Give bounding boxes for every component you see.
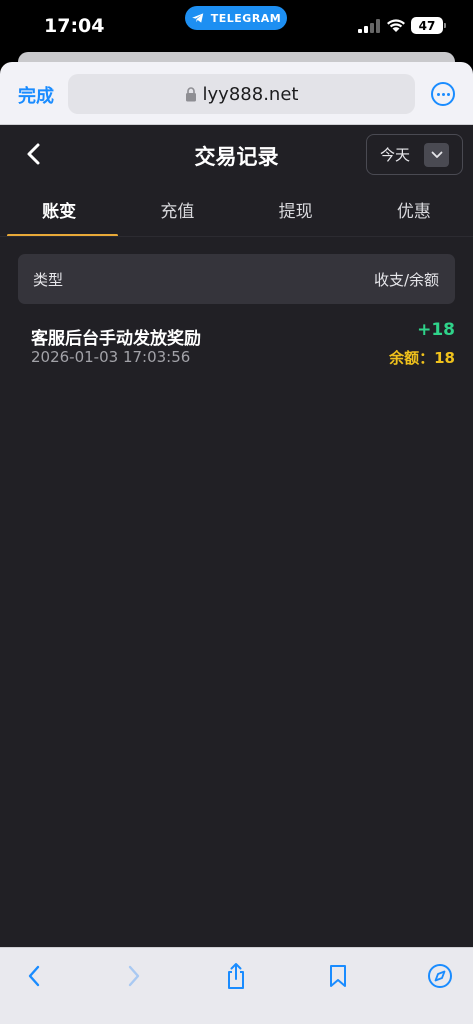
browser-header: 完成 lyy888.net [0, 62, 473, 125]
more-options-button[interactable] [431, 82, 455, 106]
tab-promotions[interactable]: 优惠 [355, 197, 473, 235]
record-amount: +18 [417, 320, 455, 340]
browser-forward-button[interactable] [120, 962, 148, 990]
more-dot-icon [436, 92, 440, 96]
battery-indicator: 47 [411, 17, 446, 34]
chevron-down-icon [424, 143, 449, 167]
more-dot-icon [441, 92, 445, 96]
share-icon [228, 963, 244, 989]
telegram-label: TELEGRAM [210, 11, 282, 25]
share-button[interactable] [222, 962, 250, 990]
url-text: lyy888.net [202, 83, 299, 105]
open-in-safari-button[interactable] [426, 962, 454, 990]
record-balance: 余额：18 [389, 349, 455, 367]
status-time: 17:04 [44, 15, 105, 37]
cellular-signal-icon [358, 19, 380, 33]
column-amount-label: 收支/余额 [373, 270, 439, 289]
bookmarks-button[interactable] [324, 962, 352, 990]
status-bar: 17:04 TELEGRAM 47 [0, 0, 473, 56]
table-header: 类型 收支/余额 [18, 254, 455, 304]
done-button[interactable]: 完成 [18, 82, 54, 108]
chevron-left-icon [28, 965, 40, 987]
telegram-icon [191, 13, 203, 23]
return-to-telegram-pill[interactable]: TELEGRAM [185, 6, 287, 30]
date-filter-select[interactable]: 今天 [366, 134, 463, 175]
record-timestamp: 2026-01-03 17:03:56 [31, 348, 191, 366]
wifi-icon [387, 19, 405, 32]
chevron-right-icon [128, 965, 140, 987]
record-title: 客服后台手动发放奖励 [31, 329, 201, 349]
transaction-page: 交易记录 今天 账变 充值 提现 优惠 类型 收支/余额 客服后台手动发放奖励 … [0, 125, 473, 947]
more-dot-icon [446, 92, 450, 96]
browser-toolbar [0, 947, 473, 1024]
url-bar[interactable]: lyy888.net [68, 74, 415, 114]
tab-deposit[interactable]: 充值 [118, 197, 236, 235]
list-item[interactable]: 客服后台手动发放奖励 2026-01-03 17:03:56 +18 余额：18 [31, 320, 455, 370]
date-filter-value: 今天 [380, 146, 411, 164]
tab-bar: 账变 充值 提现 优惠 [0, 197, 473, 237]
browser-back-button[interactable] [20, 962, 48, 990]
tab-withdrawal[interactable]: 提现 [237, 197, 355, 235]
compass-icon [428, 964, 452, 988]
column-type-label: 类型 [33, 270, 64, 289]
bookmark-icon [330, 965, 346, 987]
tab-account-changes[interactable]: 账变 [0, 197, 119, 237]
lock-icon [185, 86, 196, 101]
tab-divider [0, 236, 473, 237]
